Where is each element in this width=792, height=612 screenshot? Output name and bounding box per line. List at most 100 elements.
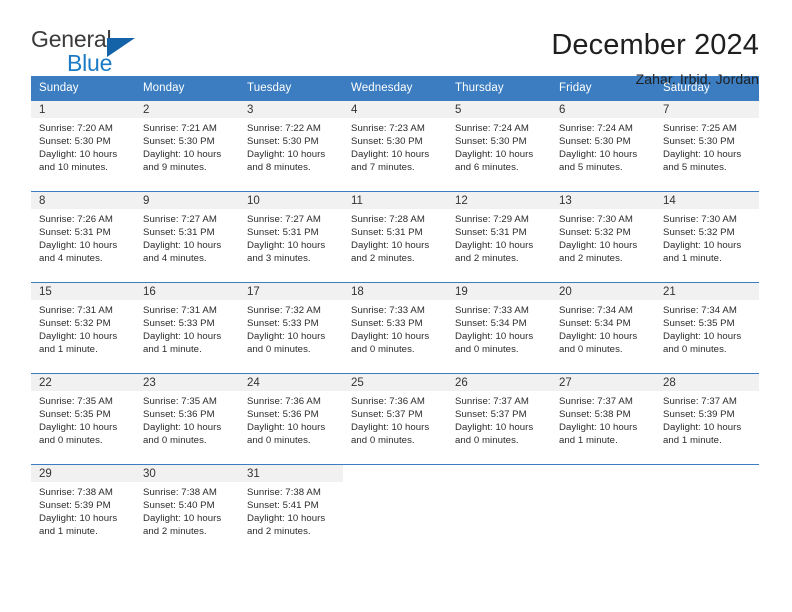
- daylight-text-line1: Daylight: 10 hours: [39, 513, 118, 525]
- daylight-text-line1: Daylight: 10 hours: [351, 331, 430, 343]
- day-cell[interactable]: 29 Sunrise: 7:38 AM Sunset: 5:39 PM Dayl…: [31, 465, 135, 555]
- day-cell[interactable]: 28 Sunrise: 7:37 AM Sunset: 5:39 PM Dayl…: [655, 374, 759, 464]
- sunrise-text: Sunrise: 7:23 AM: [351, 123, 425, 134]
- calendar-grid: Sunday Monday Tuesday Wednesday Thursday…: [31, 76, 759, 555]
- day-cell[interactable]: 10 Sunrise: 7:27 AM Sunset: 5:31 PM Dayl…: [239, 192, 343, 282]
- day-cell[interactable]: 3 Sunrise: 7:22 AM Sunset: 5:30 PM Dayli…: [239, 101, 343, 191]
- day-cell[interactable]: 20 Sunrise: 7:34 AM Sunset: 5:34 PM Dayl…: [551, 283, 655, 373]
- day-cell[interactable]: 18 Sunrise: 7:33 AM Sunset: 5:33 PM Dayl…: [343, 283, 447, 373]
- daylight-text-line2: and 1 minute.: [143, 344, 202, 356]
- daylight-text-line1: Daylight: 10 hours: [143, 513, 222, 525]
- day-cell[interactable]: 19 Sunrise: 7:33 AM Sunset: 5:34 PM Dayl…: [447, 283, 551, 373]
- sunset-text: Sunset: 5:31 PM: [247, 227, 319, 239]
- day-cell[interactable]: 11 Sunrise: 7:28 AM Sunset: 5:31 PM Dayl…: [343, 192, 447, 282]
- daylight-text-line2: and 1 minute.: [39, 526, 98, 538]
- day-number: 25: [343, 374, 447, 391]
- daylight-text-line2: and 5 minutes.: [663, 162, 727, 174]
- sunset-text: Sunset: 5:31 PM: [143, 227, 215, 239]
- day-details: Sunrise: 7:32 AM Sunset: 5:33 PM Dayligh…: [239, 300, 343, 356]
- day-number: 27: [551, 374, 655, 391]
- sunrise-text: Sunrise: 7:37 AM: [455, 396, 529, 407]
- daylight-text-line2: and 0 minutes.: [143, 435, 207, 447]
- daylight-text-line2: and 0 minutes.: [455, 344, 519, 356]
- day-cell[interactable]: 22 Sunrise: 7:35 AM Sunset: 5:35 PM Dayl…: [31, 374, 135, 464]
- daylight-text-line1: Daylight: 10 hours: [247, 513, 326, 525]
- daylight-text-line1: Daylight: 10 hours: [247, 149, 326, 161]
- day-details: Sunrise: 7:31 AM Sunset: 5:32 PM Dayligh…: [31, 300, 135, 356]
- day-cell[interactable]: 15 Sunrise: 7:31 AM Sunset: 5:32 PM Dayl…: [31, 283, 135, 373]
- day-cell[interactable]: 4 Sunrise: 7:23 AM Sunset: 5:30 PM Dayli…: [343, 101, 447, 191]
- general-blue-logo[interactable]: General Blue: [31, 28, 161, 80]
- daylight-text-line2: and 0 minutes.: [39, 435, 103, 447]
- day-number: 1: [31, 101, 135, 118]
- sunrise-text: Sunrise: 7:38 AM: [143, 487, 217, 498]
- day-cell[interactable]: 25 Sunrise: 7:36 AM Sunset: 5:37 PM Dayl…: [343, 374, 447, 464]
- daylight-text-line2: and 2 minutes.: [143, 526, 207, 538]
- day-number: 16: [135, 283, 239, 300]
- day-number: 14: [655, 192, 759, 209]
- sunset-text: Sunset: 5:32 PM: [663, 227, 735, 239]
- day-cell[interactable]: 21 Sunrise: 7:34 AM Sunset: 5:35 PM Dayl…: [655, 283, 759, 373]
- day-cell[interactable]: 31 Sunrise: 7:38 AM Sunset: 5:41 PM Dayl…: [239, 465, 343, 555]
- day-number: 28: [655, 374, 759, 391]
- daylight-text-line1: Daylight: 10 hours: [39, 422, 118, 434]
- sunrise-text: Sunrise: 7:34 AM: [663, 305, 737, 316]
- day-cell[interactable]: 26 Sunrise: 7:37 AM Sunset: 5:37 PM Dayl…: [447, 374, 551, 464]
- daylight-text-line2: and 0 minutes.: [455, 435, 519, 447]
- triangle-icon: [107, 38, 135, 57]
- daylight-text-line2: and 0 minutes.: [351, 344, 415, 356]
- sunrise-text: Sunrise: 7:35 AM: [143, 396, 217, 407]
- day-cell[interactable]: 6 Sunrise: 7:24 AM Sunset: 5:30 PM Dayli…: [551, 101, 655, 191]
- day-cell[interactable]: 12 Sunrise: 7:29 AM Sunset: 5:31 PM Dayl…: [447, 192, 551, 282]
- day-cell[interactable]: 5 Sunrise: 7:24 AM Sunset: 5:30 PM Dayli…: [447, 101, 551, 191]
- sunset-text: Sunset: 5:34 PM: [559, 318, 631, 330]
- daylight-text-line2: and 5 minutes.: [559, 162, 623, 174]
- day-cell[interactable]: 24 Sunrise: 7:36 AM Sunset: 5:36 PM Dayl…: [239, 374, 343, 464]
- day-cell[interactable]: 14 Sunrise: 7:30 AM Sunset: 5:32 PM Dayl…: [655, 192, 759, 282]
- day-number: 7: [655, 101, 759, 118]
- sunrise-text: Sunrise: 7:24 AM: [455, 123, 529, 134]
- sunrise-text: Sunrise: 7:31 AM: [39, 305, 113, 316]
- week-row: 29 Sunrise: 7:38 AM Sunset: 5:39 PM Dayl…: [31, 464, 759, 555]
- logo-text-general: General: [31, 26, 112, 52]
- sunset-text: Sunset: 5:30 PM: [663, 136, 735, 148]
- sunset-text: Sunset: 5:33 PM: [351, 318, 423, 330]
- daylight-text-line2: and 2 minutes.: [351, 253, 415, 265]
- daylight-text-line2: and 2 minutes.: [455, 253, 519, 265]
- day-cell[interactable]: 17 Sunrise: 7:32 AM Sunset: 5:33 PM Dayl…: [239, 283, 343, 373]
- day-cell[interactable]: 23 Sunrise: 7:35 AM Sunset: 5:36 PM Dayl…: [135, 374, 239, 464]
- day-cell[interactable]: 27 Sunrise: 7:37 AM Sunset: 5:38 PM Dayl…: [551, 374, 655, 464]
- sunrise-text: Sunrise: 7:36 AM: [351, 396, 425, 407]
- daylight-text-line2: and 7 minutes.: [351, 162, 415, 174]
- sunrise-text: Sunrise: 7:32 AM: [247, 305, 321, 316]
- day-details: Sunrise: 7:22 AM Sunset: 5:30 PM Dayligh…: [239, 118, 343, 174]
- sunset-text: Sunset: 5:33 PM: [247, 318, 319, 330]
- daylight-text-line2: and 4 minutes.: [39, 253, 103, 265]
- daylight-text-line1: Daylight: 10 hours: [559, 240, 638, 252]
- day-cell[interactable]: 30 Sunrise: 7:38 AM Sunset: 5:40 PM Dayl…: [135, 465, 239, 555]
- day-details: Sunrise: 7:24 AM Sunset: 5:30 PM Dayligh…: [551, 118, 655, 174]
- day-number: 20: [551, 283, 655, 300]
- sunrise-text: Sunrise: 7:26 AM: [39, 214, 113, 225]
- sunset-text: Sunset: 5:30 PM: [559, 136, 631, 148]
- sunset-text: Sunset: 5:35 PM: [39, 409, 111, 421]
- day-cell[interactable]: 16 Sunrise: 7:31 AM Sunset: 5:33 PM Dayl…: [135, 283, 239, 373]
- day-number: 13: [551, 192, 655, 209]
- day-cell[interactable]: 2 Sunrise: 7:21 AM Sunset: 5:30 PM Dayli…: [135, 101, 239, 191]
- day-cell[interactable]: 8 Sunrise: 7:26 AM Sunset: 5:31 PM Dayli…: [31, 192, 135, 282]
- week-row: 1 Sunrise: 7:20 AM Sunset: 5:30 PM Dayli…: [31, 100, 759, 191]
- day-cell[interactable]: 7 Sunrise: 7:25 AM Sunset: 5:30 PM Dayli…: [655, 101, 759, 191]
- sunrise-text: Sunrise: 7:37 AM: [559, 396, 633, 407]
- weekday-header-thursday: Thursday: [455, 82, 504, 94]
- week-row: 8 Sunrise: 7:26 AM Sunset: 5:31 PM Dayli…: [31, 191, 759, 282]
- day-number: [551, 465, 655, 482]
- day-cell[interactable]: 1 Sunrise: 7:20 AM Sunset: 5:30 PM Dayli…: [31, 101, 135, 191]
- daylight-text-line1: Daylight: 10 hours: [663, 149, 742, 161]
- day-details: Sunrise: 7:33 AM Sunset: 5:34 PM Dayligh…: [447, 300, 551, 356]
- day-cell[interactable]: 9 Sunrise: 7:27 AM Sunset: 5:31 PM Dayli…: [135, 192, 239, 282]
- day-number: 19: [447, 283, 551, 300]
- daylight-text-line1: Daylight: 10 hours: [559, 331, 638, 343]
- day-number: 18: [343, 283, 447, 300]
- daylight-text-line1: Daylight: 10 hours: [559, 149, 638, 161]
- day-cell[interactable]: 13 Sunrise: 7:30 AM Sunset: 5:32 PM Dayl…: [551, 192, 655, 282]
